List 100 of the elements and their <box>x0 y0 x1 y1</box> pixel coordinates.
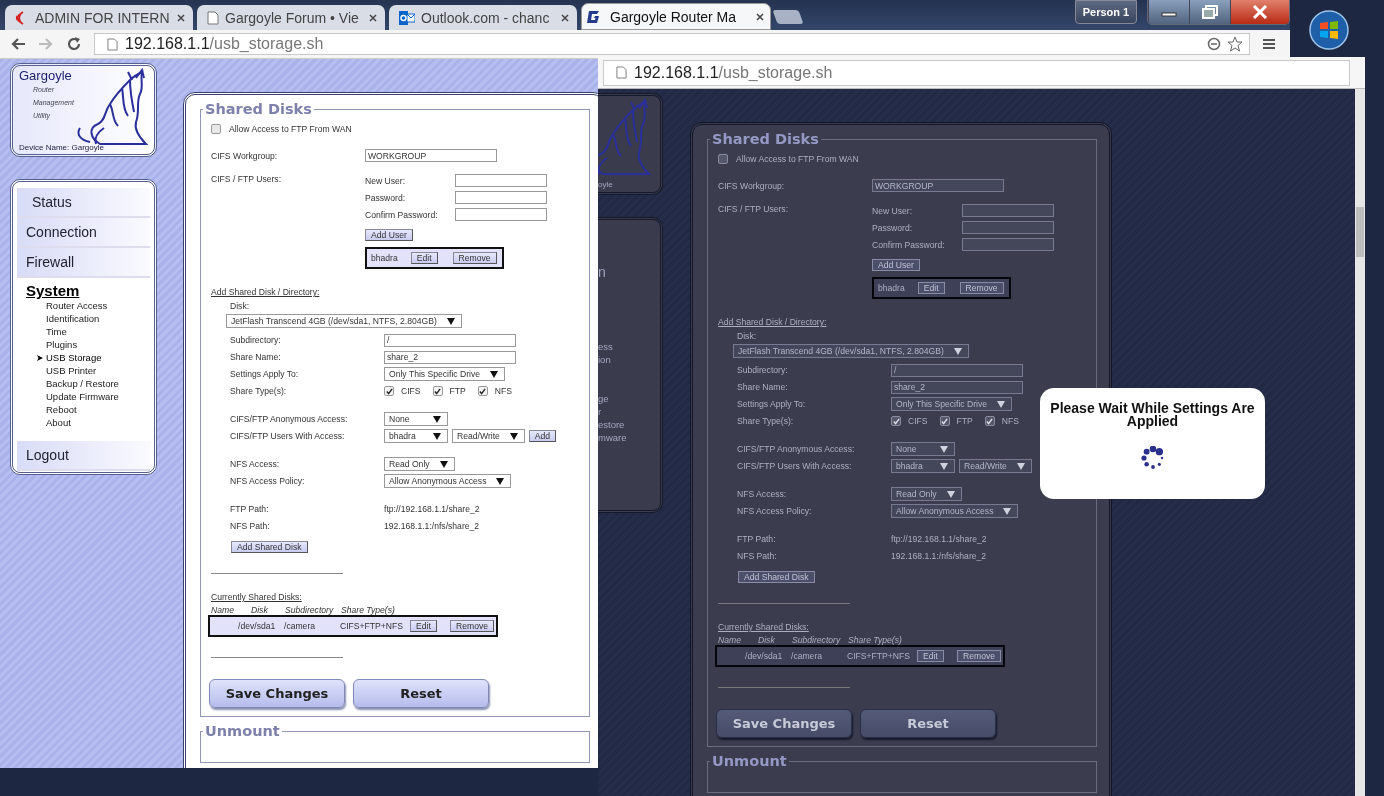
nav-item[interactable]: Firewall <box>17 248 150 278</box>
dropdown[interactable]: Only This Specific Drive <box>891 397 1013 411</box>
disk-dropdown[interactable]: JetFlash Transcend 4GB (/dev/sda1, NTFS, 2.804GB) <box>226 314 462 328</box>
nav-item[interactable]: Status <box>17 188 150 218</box>
field-label: FTP Path: <box>230 504 270 514</box>
field-label: CIFS / FTP Users: <box>718 204 790 214</box>
text-field[interactable]: share_2 <box>891 380 1023 394</box>
checkbox-label: NFS <box>1001 416 1019 426</box>
field-label: Disk: <box>230 301 251 311</box>
add-button[interactable]: Add <box>528 430 557 442</box>
checkbox-label: FTP <box>449 386 466 396</box>
table-cell-text: /dev/sda1 <box>745 651 784 661</box>
browser-tab[interactable]: Gargoyle Forum • Vie <box>197 5 385 30</box>
subnav-item[interactable]: Identification <box>46 313 100 324</box>
dropdown[interactable]: Read/Write <box>452 429 525 443</box>
section-heading: Currently Shared Disks: <box>718 622 810 632</box>
subnav-item[interactable]: ge <box>598 392 609 405</box>
section-heading: Add Shared Disk / Directory: <box>718 317 828 327</box>
checkbox-label: FTP <box>956 416 973 426</box>
field-label: New User: <box>872 205 914 216</box>
field-label: CIFS/FTP Anonymous Access: <box>737 444 856 454</box>
text-field[interactable]: WORKGROUP <box>872 179 1004 192</box>
add-shared-disk-button[interactable]: Add Shared Disk <box>738 571 815 583</box>
dropdown[interactable]: Read Only <box>891 487 962 501</box>
reset-button[interactable]: Reset <box>860 709 996 738</box>
field-label: Subdirectory: <box>737 365 789 375</box>
field-label: NFS Access Policy: <box>230 476 306 486</box>
nav-item[interactable]: n <box>598 264 606 280</box>
dropdown[interactable]: None <box>384 412 448 426</box>
field-label: Password: <box>872 222 914 233</box>
table-cell-text: CIFS+FTP+NFS <box>340 621 405 631</box>
edit-button[interactable]: Edit <box>917 282 945 294</box>
dropdown[interactable]: None <box>891 442 955 456</box>
edit-button[interactable]: Edit <box>410 620 437 632</box>
reset-button[interactable]: Reset <box>353 679 489 708</box>
field-label: NFS Path: <box>737 551 778 561</box>
subnav-item[interactable]: ion <box>598 353 611 366</box>
field-label: CIFS/FTP Users With Access: <box>230 431 346 441</box>
field-label: Subdirectory: <box>230 335 282 345</box>
disk-dropdown[interactable]: JetFlash Transcend 4GB (/dev/sda1, NTFS, 2.804GB) <box>733 344 969 358</box>
subnav-item[interactable]: Backup / Restore <box>46 378 119 389</box>
nav-item[interactable]: Connection <box>17 218 150 248</box>
subnav-item[interactable]: mware <box>598 431 627 444</box>
subnav-item[interactable]: Time <box>46 326 67 337</box>
dropdown[interactable]: Read Only <box>384 457 455 471</box>
field-label: NFS Access: <box>737 489 788 499</box>
browser-tab[interactable]: ADMIN FOR INTERN <box>5 5 193 30</box>
subnav-item[interactable]: About <box>46 417 71 428</box>
save-changes-button[interactable]: Save Changes <box>716 709 852 738</box>
remove-button[interactable]: Remove <box>450 620 494 632</box>
user-name: bhadra <box>878 283 905 293</box>
table-cell-text: /camera <box>284 621 317 631</box>
dropdown[interactable]: bhadra <box>384 429 448 443</box>
logo-title: Gargoyle <box>19 68 73 83</box>
device-name: Device Name: Gargoyle <box>19 143 105 152</box>
browser-tab[interactable]: Gargoyle Router Ma <box>581 3 771 30</box>
table-cell-text: /camera <box>791 651 824 661</box>
subnav-item[interactable]: Plugins <box>46 339 78 350</box>
browser-tab[interactable]: Outlook.com - chanc <box>389 5 577 30</box>
text-field[interactable]: share_2 <box>384 350 516 364</box>
subnav-item[interactable]: USB Printer <box>46 365 97 376</box>
subnav-item[interactable]: estore <box>598 418 625 431</box>
add-shared-disk-button[interactable]: Add Shared Disk <box>231 541 308 553</box>
remove-button[interactable]: Remove <box>959 282 1004 294</box>
subnav-item[interactable]: ess <box>598 340 613 353</box>
remove-button[interactable]: Remove <box>452 252 497 264</box>
field-label: Settings Apply To: <box>737 399 807 409</box>
column-header: Share Type(s) <box>341 605 396 615</box>
text-field[interactable]: WORKGROUP <box>365 149 497 162</box>
add-user-button[interactable]: Add User <box>365 229 413 241</box>
field-label: Share Name: <box>737 382 789 392</box>
subnav-item[interactable]: Reboot <box>46 404 77 415</box>
address-bar[interactable]: 192.168.1.1/usb_storage.sh <box>94 33 1250 55</box>
dropdown[interactable]: Allow Anonymous Access <box>384 474 512 488</box>
section-heading: Currently Shared Disks: <box>211 592 303 602</box>
save-changes-button[interactable]: Save Changes <box>209 679 345 708</box>
text-field[interactable]: / <box>384 333 516 347</box>
dropdown[interactable]: Read/Write <box>959 459 1032 473</box>
add-user-button[interactable]: Add User <box>872 259 920 271</box>
remove-button[interactable]: Remove <box>957 650 1001 662</box>
edit-button[interactable]: Edit <box>410 252 438 264</box>
column-header: Subdirectory <box>792 635 842 645</box>
dropdown[interactable]: Only This Specific Drive <box>384 367 506 381</box>
field-label: CIFS/FTP Users With Access: <box>737 461 853 471</box>
field-label: Confirm Password: <box>872 239 946 250</box>
checkbox-label: CIFS <box>908 416 928 426</box>
table-cell-text: CIFS+FTP+NFS <box>847 651 912 661</box>
subnav-item[interactable]: USB Storage <box>46 352 102 363</box>
nav-item[interactable]: Logout <box>17 441 150 471</box>
edit-button[interactable]: Edit <box>917 650 944 662</box>
address-bar[interactable]: 192.168.1.1/usb_storage.sh <box>603 59 1350 86</box>
field-label: NFS Path: <box>230 521 271 531</box>
dropdown[interactable]: bhadra <box>891 459 955 473</box>
profile-button[interactable]: Person 1 <box>1075 0 1137 24</box>
text-field[interactable]: / <box>891 363 1023 377</box>
dropdown[interactable]: Allow Anonymous Access <box>891 504 1019 518</box>
subnav-item[interactable]: Router Access <box>46 300 108 311</box>
nav-item[interactable]: System <box>26 282 141 299</box>
column-header: Name <box>211 605 235 615</box>
subnav-item[interactable]: Update Firmware <box>46 391 119 402</box>
